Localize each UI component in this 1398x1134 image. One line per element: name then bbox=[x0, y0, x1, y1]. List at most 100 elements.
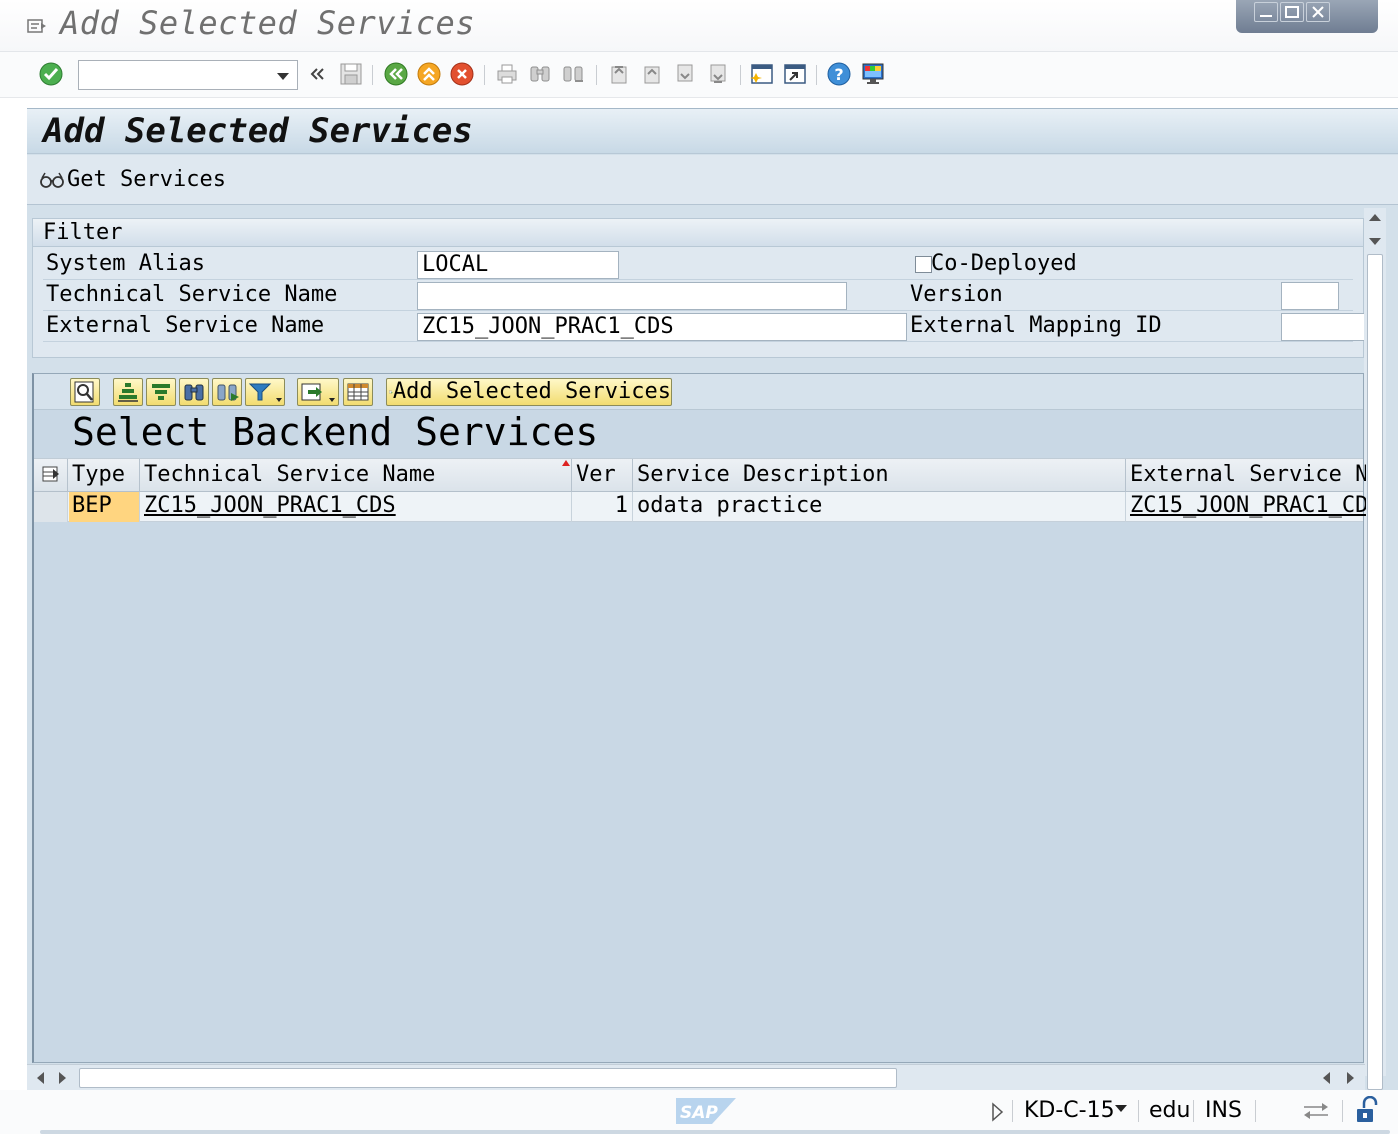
grid-title: Select Backend Services bbox=[72, 410, 599, 454]
select-all-column-header[interactable] bbox=[34, 459, 68, 493]
minimize-button[interactable] bbox=[1254, 2, 1278, 22]
shortcut-icon[interactable] bbox=[782, 61, 808, 87]
close-window-button[interactable] bbox=[1306, 2, 1330, 22]
cell-service-description[interactable]: odata practice bbox=[634, 492, 1126, 522]
status-insert-mode[interactable]: INS bbox=[1205, 1098, 1242, 1123]
lock-icon[interactable] bbox=[1354, 1096, 1380, 1126]
print-icon[interactable] bbox=[494, 61, 520, 87]
layout-button[interactable] bbox=[343, 378, 373, 406]
close-icon bbox=[1312, 6, 1324, 18]
status-bar: SAP KD-C-15 edu INS bbox=[0, 1090, 1398, 1134]
co-deployed-checkbox[interactable] bbox=[915, 256, 932, 273]
filter-title: Filter bbox=[43, 220, 123, 245]
svg-text:SAP: SAP bbox=[680, 1103, 718, 1123]
column-header-service-description[interactable]: Service Description bbox=[634, 459, 1126, 493]
menu-icon[interactable] bbox=[27, 17, 47, 35]
column-header-version[interactable]: Ver bbox=[573, 459, 633, 493]
filter-button[interactable] bbox=[245, 378, 285, 406]
first-page-icon[interactable] bbox=[606, 61, 632, 87]
grid-header-row: Type Technical Service Name Ver Service … bbox=[34, 458, 1366, 493]
sort-descending-button[interactable] bbox=[146, 378, 176, 406]
version-input[interactable] bbox=[1281, 282, 1339, 310]
get-services-label: Get Services bbox=[67, 167, 226, 192]
grid-find-button[interactable] bbox=[179, 378, 209, 406]
add-selected-services-label: Add Selected Services bbox=[392, 379, 671, 404]
system-alias-input[interactable]: LOCAL bbox=[417, 251, 619, 279]
version-label: Version bbox=[910, 282, 1003, 307]
system-dropdown-icon[interactable] bbox=[1114, 1104, 1128, 1114]
status-expand-icon[interactable] bbox=[990, 1102, 1004, 1122]
vertical-scrollbar[interactable] bbox=[1364, 208, 1386, 1129]
alv-grid: Add Selected Services Select Backend Ser… bbox=[32, 373, 1366, 1063]
column-header-type[interactable]: Type bbox=[69, 459, 140, 493]
add-selected-services-button[interactable]: Add Selected Services bbox=[386, 378, 672, 406]
grid-find-next-button[interactable] bbox=[212, 378, 242, 406]
external-service-name-input[interactable]: ZC15_JOON_PRAC1_CDS bbox=[417, 313, 907, 341]
vertical-scroll-thumb[interactable] bbox=[1367, 254, 1383, 1090]
sort-ascending-button[interactable] bbox=[113, 378, 143, 406]
help-icon[interactable]: ? bbox=[826, 61, 852, 87]
exit-icon[interactable] bbox=[416, 61, 442, 87]
command-field[interactable] bbox=[78, 60, 298, 90]
export-icon bbox=[301, 383, 335, 402]
status-system: KD-C-15 bbox=[1024, 1098, 1115, 1123]
app-title-bar: Add Selected Services bbox=[27, 108, 1398, 154]
scroll-down-icon[interactable] bbox=[1369, 238, 1381, 245]
horizontal-scroll-thumb[interactable] bbox=[79, 1068, 897, 1088]
technical-service-name-label: Technical Service Name bbox=[46, 282, 338, 307]
sort-descending-icon bbox=[152, 384, 170, 400]
system-toolbar: ? bbox=[0, 52, 1398, 98]
table-layout-icon bbox=[347, 383, 369, 401]
title-bar: Add Selected Services bbox=[0, 0, 1398, 52]
external-mapping-id-input[interactable] bbox=[1281, 313, 1365, 341]
column-header-technical-service-name[interactable]: Technical Service Name bbox=[141, 459, 572, 493]
customize-layout-icon[interactable] bbox=[860, 61, 886, 87]
svg-text:?: ? bbox=[834, 65, 843, 84]
enter-icon[interactable] bbox=[38, 61, 64, 87]
collapse-icon[interactable] bbox=[306, 61, 328, 87]
app-title: Add Selected Services bbox=[43, 111, 473, 151]
horizontal-scrollbar[interactable] bbox=[27, 1064, 1365, 1090]
binoculars-icon bbox=[184, 384, 204, 401]
window-controls bbox=[1236, 0, 1378, 33]
export-button[interactable] bbox=[297, 378, 339, 406]
window-title: Add Selected Services bbox=[60, 4, 476, 42]
cell-version[interactable]: 1 bbox=[573, 492, 633, 522]
scroll-right-icon[interactable] bbox=[59, 1072, 66, 1084]
find-next-icon[interactable] bbox=[560, 61, 586, 87]
cell-external-service-name[interactable]: ZC15_JOON_PRAC1_CDS bbox=[1127, 492, 1366, 522]
previous-page-icon[interactable] bbox=[639, 61, 665, 87]
last-page-icon[interactable] bbox=[705, 61, 731, 87]
grid-toolbar: Add Selected Services bbox=[34, 374, 1363, 410]
maximize-icon bbox=[1285, 6, 1299, 18]
scroll-left-icon[interactable] bbox=[37, 1072, 44, 1084]
cell-technical-service-name[interactable]: ZC15_JOON_PRAC1_CDS bbox=[141, 492, 572, 522]
scroll-left-end-icon[interactable] bbox=[1323, 1072, 1330, 1084]
technical-service-name-input[interactable] bbox=[417, 282, 847, 310]
sap-logo-icon: SAP bbox=[676, 1098, 736, 1124]
table-row[interactable]: BEP ZC15_JOON_PRAC1_CDS 1 odata practice… bbox=[34, 492, 1366, 522]
find-icon[interactable] bbox=[527, 61, 553, 87]
command-dropdown-icon[interactable] bbox=[277, 73, 289, 80]
cell-type[interactable]: BEP bbox=[69, 492, 140, 522]
save-icon[interactable] bbox=[338, 61, 364, 87]
row-selector[interactable] bbox=[34, 492, 68, 522]
external-service-name-label: External Service Name bbox=[46, 313, 325, 338]
system-alias-label: System Alias bbox=[46, 251, 205, 276]
cancel-icon[interactable] bbox=[449, 61, 475, 87]
back-icon[interactable] bbox=[383, 61, 409, 87]
filter-group: Filter System Alias LOCAL Co-Deployed Te… bbox=[32, 218, 1365, 358]
find-next-binoculars-icon bbox=[217, 384, 239, 401]
maximize-button[interactable] bbox=[1280, 2, 1304, 22]
get-services-button[interactable]: Get Services bbox=[39, 167, 226, 192]
minimize-icon bbox=[1260, 15, 1272, 17]
scroll-right-end-icon[interactable] bbox=[1347, 1072, 1354, 1084]
scroll-up-icon[interactable] bbox=[1369, 214, 1381, 221]
glasses-icon bbox=[40, 172, 64, 188]
next-page-icon[interactable] bbox=[672, 61, 698, 87]
column-header-external-service-name[interactable]: External Service Nam bbox=[1127, 459, 1366, 493]
filter-header: Filter bbox=[33, 219, 1363, 247]
magnifier-icon bbox=[74, 381, 94, 403]
details-button[interactable] bbox=[70, 378, 100, 406]
new-session-icon[interactable] bbox=[749, 61, 775, 87]
